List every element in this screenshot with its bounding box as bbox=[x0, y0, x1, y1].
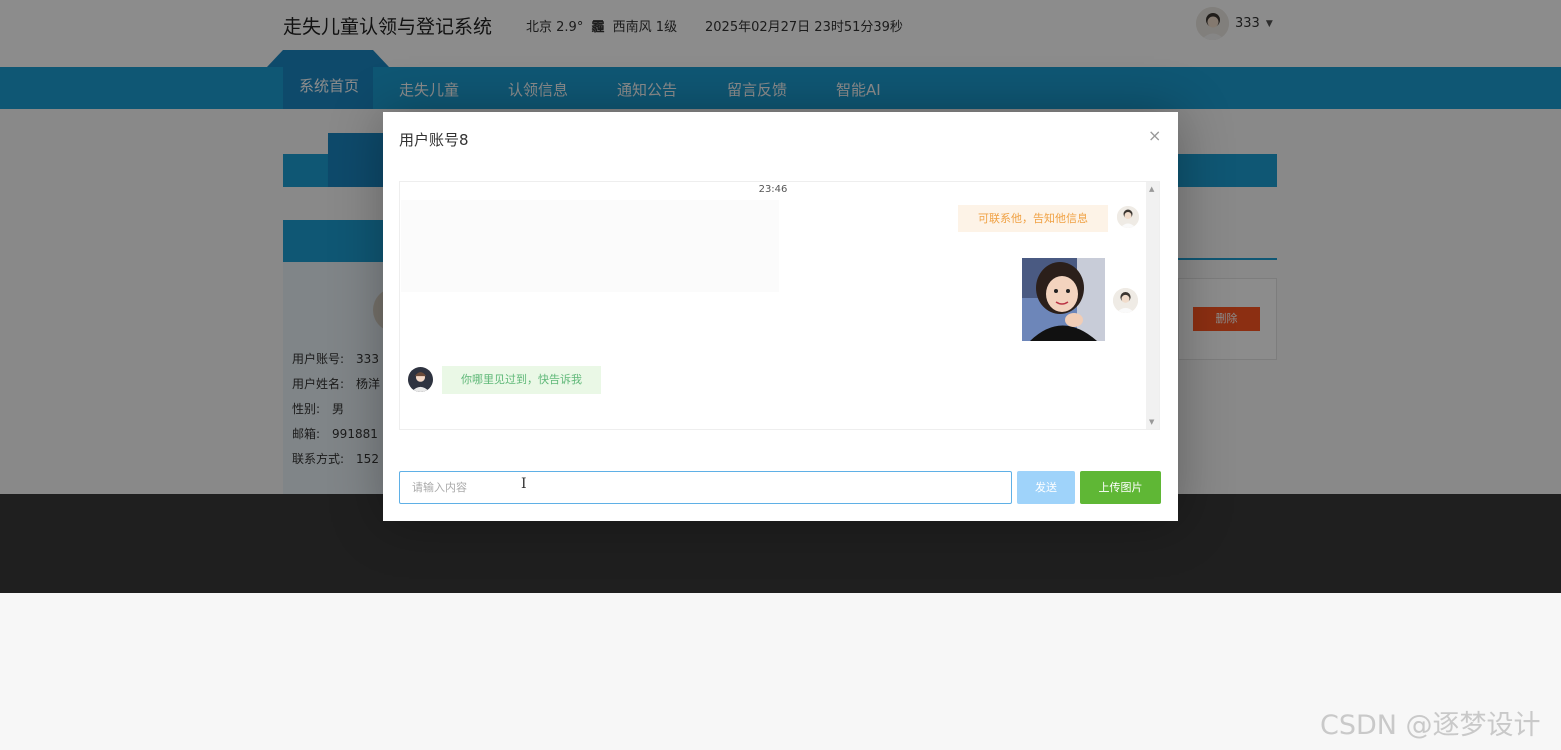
chat-blank-area bbox=[401, 200, 779, 292]
sender-avatar-icon bbox=[1113, 288, 1138, 313]
upload-image-button[interactable]: 上传图片 bbox=[1080, 471, 1161, 504]
send-button[interactable]: 发送 bbox=[1017, 471, 1075, 504]
child-photo-image[interactable] bbox=[1022, 258, 1105, 341]
receiver-avatar-icon bbox=[408, 367, 433, 392]
sender-avatar-icon bbox=[1117, 206, 1139, 228]
message-bubble-left: 你哪里见过到，快告诉我 bbox=[442, 366, 601, 394]
watermark: CSDN @逐梦设计 bbox=[1320, 710, 1541, 741]
chat-input[interactable] bbox=[399, 471, 1012, 504]
chat-scrollbar[interactable]: ▲ ▼ bbox=[1146, 182, 1159, 429]
message-bubble-right: 可联系他，告知他信息 bbox=[958, 205, 1108, 232]
scroll-down-icon[interactable]: ▼ bbox=[1149, 418, 1154, 426]
chat-message-list[interactable]: 23:46 可联系他，告知他信息 你哪里见过到，快告诉我 ▲ ▼ bbox=[399, 181, 1160, 430]
dialog-title: 用户账号8 bbox=[399, 131, 469, 149]
text-cursor-icon: I bbox=[521, 476, 527, 492]
close-icon[interactable]: × bbox=[1148, 126, 1161, 145]
chat-dialog: 用户账号8 × 23:46 可联系他，告知他信息 你哪里见过到，快告诉我 ▲ ▼… bbox=[383, 112, 1178, 521]
chat-timestamp: 23:46 bbox=[758, 184, 788, 195]
scroll-up-icon[interactable]: ▲ bbox=[1149, 185, 1154, 193]
